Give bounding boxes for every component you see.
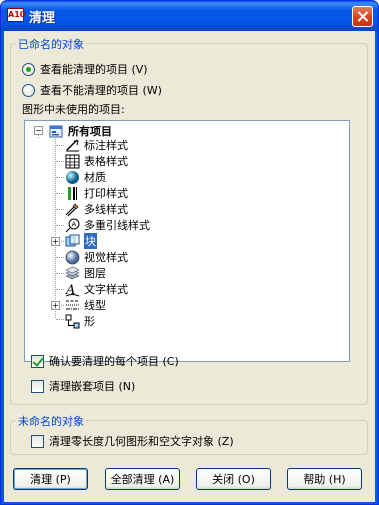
- multiline-style-icon: [65, 202, 80, 217]
- title-bar[interactable]: A10 清理: [1, 1, 378, 31]
- checkbox-checked-icon[interactable]: [31, 354, 44, 368]
- radio-view-unpurgeable-label: 查看不能清理的项目 (W): [40, 84, 162, 97]
- purge-nested-label: 清理嵌套项目 (N): [49, 380, 136, 393]
- block-icon: [65, 234, 80, 249]
- shape-icon: [65, 314, 80, 329]
- svg-text:A: A: [72, 220, 77, 228]
- layer-icon: [65, 266, 80, 281]
- multileader-style-icon: A: [65, 218, 80, 233]
- table-style-icon: [65, 154, 80, 169]
- tree-item-layers[interactable]: 图层: [65, 265, 106, 281]
- plot-style-icon: [65, 186, 80, 201]
- tree-item-multiline-styles[interactable]: 多线样式: [65, 201, 128, 217]
- visual-style-icon: [65, 250, 80, 265]
- help-button[interactable]: 帮助 (H): [287, 468, 362, 490]
- tree-item-plot-styles[interactable]: 打印样式: [65, 185, 128, 201]
- zero-length-checkbox[interactable]: 清理零长度几何图形和空文字对象 (Z): [31, 433, 234, 449]
- window-title: 清理: [29, 11, 56, 26]
- tree-guide-line: [55, 139, 56, 318]
- dimension-style-icon: [65, 138, 80, 153]
- tree-item-label: 线型: [84, 299, 106, 312]
- dialog-body: 已命名的对象 查看能清理的项目 (V) 查看不能清理的项目 (W) 图形中未使用…: [4, 31, 375, 502]
- tree-caption: 图形中未使用的项目:: [22, 103, 125, 116]
- purge-dialog: A10 清理 已命名的对象 查看能清理的项目 (V) 查看不能清理的项目 (W)…: [0, 0, 379, 505]
- tree-item-label: 标注样式: [84, 139, 128, 152]
- all-items-icon: [49, 124, 64, 139]
- confirm-each-checkbox[interactable]: 确认要清理的每个项目 (C): [31, 353, 179, 369]
- close-icon[interactable]: [352, 6, 373, 27]
- radio-selected-icon[interactable]: [22, 62, 35, 76]
- tree-item-text-styles[interactable]: A 文字样式: [65, 281, 128, 297]
- linetype-icon: [65, 298, 80, 313]
- purge-nested-checkbox[interactable]: 清理嵌套项目 (N): [31, 378, 135, 394]
- tree-item-blocks[interactable]: 块: [65, 233, 97, 249]
- tree-item-visual-styles[interactable]: 视觉样式: [65, 249, 128, 265]
- material-icon: [65, 170, 80, 185]
- tree-item-label: 视觉样式: [84, 251, 128, 264]
- checkbox-unchecked-icon[interactable]: [31, 434, 44, 448]
- tree-item-label: 表格样式: [84, 155, 128, 168]
- tree-item-label: 打印样式: [84, 187, 128, 200]
- radio-view-purgeable-label: 查看能清理的项目 (V): [40, 63, 148, 76]
- tree-item-label: 多线样式: [84, 203, 128, 216]
- radio-view-purgeable[interactable]: 查看能清理的项目 (V): [22, 61, 148, 77]
- tree-item-label: 块: [84, 233, 97, 249]
- root-collapse-toggle[interactable]: −: [34, 126, 43, 135]
- checkbox-unchecked-icon[interactable]: [31, 379, 44, 393]
- tree-item-label: 图层: [84, 267, 106, 280]
- tree-item-linetypes[interactable]: 线型: [65, 297, 106, 313]
- tree-item-dimension-styles[interactable]: 标注样式: [65, 137, 128, 153]
- autocad-app-icon[interactable]: A10: [7, 8, 25, 22]
- confirm-each-label: 确认要清理的每个项目 (C): [49, 355, 179, 368]
- tree-item-label: 多重引线样式: [84, 219, 150, 232]
- purge-button[interactable]: 清理 (P): [13, 468, 88, 490]
- unnamed-objects-title: 未命名的对象: [16, 413, 86, 429]
- close-button[interactable]: 关闭 (O): [196, 468, 271, 490]
- tree-item-label: 文字样式: [84, 283, 128, 296]
- linetype-expand-toggle[interactable]: +: [51, 301, 60, 310]
- zero-length-label: 清理零长度几何图形和空文字对象 (Z): [49, 435, 234, 448]
- block-expand-toggle[interactable]: +: [51, 237, 60, 246]
- purge-all-button[interactable]: 全部清理 (A): [105, 468, 180, 490]
- tree-item-shapes[interactable]: 形: [65, 313, 95, 329]
- tree-item-materials[interactable]: 材质: [65, 169, 106, 185]
- named-objects-title: 已命名的对象: [16, 36, 86, 52]
- tree-item-label: 材质: [84, 171, 106, 184]
- tree-item-multileader-styles[interactable]: A 多重引线样式: [65, 217, 150, 233]
- radio-unselected-icon[interactable]: [22, 83, 35, 97]
- unused-items-tree[interactable]: − 所有项目 标注样式 表格样式 材质 打印样式 多线样式 A 多重引线样式 +…: [24, 120, 350, 362]
- radio-view-unpurgeable[interactable]: 查看不能清理的项目 (W): [22, 82, 162, 98]
- tree-item-table-styles[interactable]: 表格样式: [65, 153, 128, 169]
- text-style-icon: A: [65, 282, 80, 297]
- tree-item-label: 形: [84, 315, 95, 328]
